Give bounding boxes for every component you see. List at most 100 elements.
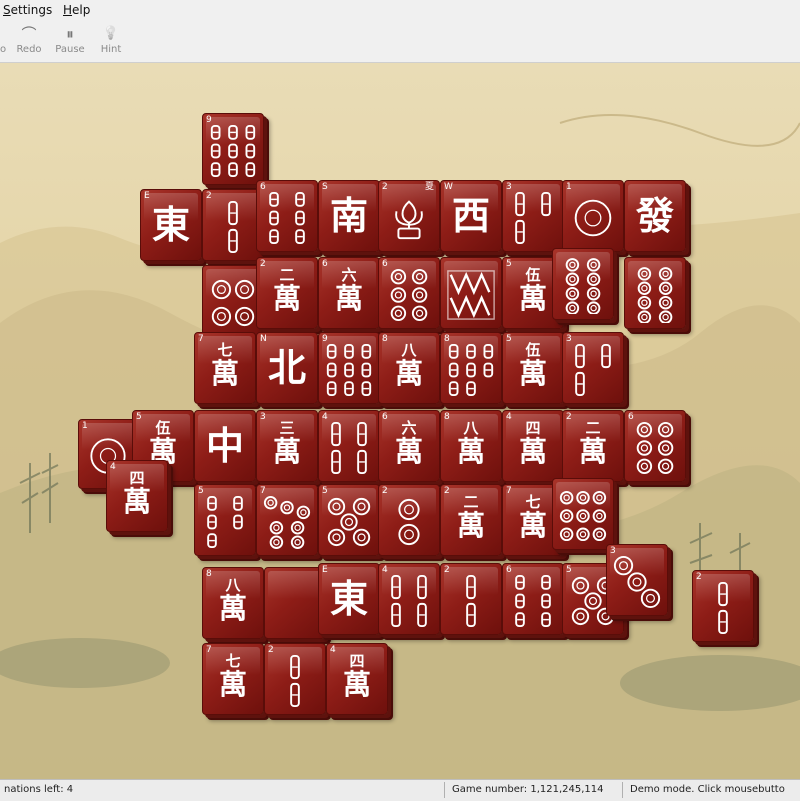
tile-corner-mark: 2 xyxy=(444,486,450,496)
tile-dot-2-a[interactable]: 2 xyxy=(378,484,440,556)
menu-help[interactable]: Help xyxy=(63,3,90,17)
tile-char-2-a[interactable]: 2二萬 xyxy=(256,257,318,329)
tile-character: 北 xyxy=(267,345,306,390)
tile-bam-8-a[interactable]: 8 xyxy=(440,332,502,404)
wan-character: 萬 xyxy=(122,485,151,518)
tile-char-2-b[interactable]: 2二萬 xyxy=(562,410,624,482)
tile-char-3-a[interactable]: 3三萬 xyxy=(256,410,318,482)
tile-glyph: 中 xyxy=(199,420,251,476)
wan-character: 萬 xyxy=(272,435,301,468)
tile-blank[interactable] xyxy=(264,567,326,639)
circle-suit-icon xyxy=(207,275,259,331)
tile-char-8-c[interactable]: 8八萬 xyxy=(202,567,264,639)
tile-south[interactable]: S南 xyxy=(318,180,380,252)
tile-dot-4-a[interactable] xyxy=(202,265,264,337)
tile-bam-5-a[interactable]: 5 xyxy=(194,484,256,556)
tile-corner-mark: 4 xyxy=(110,462,116,472)
tile-corner-mark: 2 xyxy=(206,191,212,201)
tile-corner-mark: 4 xyxy=(506,412,512,422)
tile-bam-6-b[interactable]: 6 xyxy=(502,563,564,635)
tile-corner-mark: N xyxy=(260,334,267,344)
tile-bam-3-b[interactable]: 3 xyxy=(562,332,624,404)
character-suit-glyph: 六萬 xyxy=(323,267,375,323)
tile-char-6-a[interactable]: 6六萬 xyxy=(318,257,380,329)
tile-dot-9-a[interactable] xyxy=(552,478,614,550)
tile-dot-1-a[interactable]: 1 xyxy=(562,180,624,252)
tile-corner-mark: 5 xyxy=(506,259,512,269)
tile-corner-mark: E xyxy=(322,565,328,575)
character-suit-glyph: 二萬 xyxy=(261,267,313,323)
wan-character: 萬 xyxy=(218,592,247,625)
redo-button[interactable]: ⌒ Redo xyxy=(6,24,52,58)
tile-white-dragon[interactable] xyxy=(440,257,502,329)
character-suit-glyph: 七萬 xyxy=(207,653,259,709)
tile-east-2[interactable]: E東 xyxy=(318,563,380,635)
tile-char-4-c[interactable]: 4四萬 xyxy=(326,643,388,715)
tile-char-4-b[interactable]: 4四萬 xyxy=(106,460,168,532)
tile-west[interactable]: W西 xyxy=(440,180,502,252)
bamboo-suit-icon xyxy=(261,190,313,246)
tile-bam-9-b[interactable]: 9 xyxy=(318,332,380,404)
flower-icon xyxy=(383,190,435,246)
tile-glyph: 發 xyxy=(629,190,681,246)
tile-char-2-c[interactable]: 2二萬 xyxy=(440,484,502,556)
tile-bam-2-b[interactable]: 2 xyxy=(440,563,502,635)
tile-east-1[interactable]: E東 xyxy=(140,189,202,261)
circle-suit-icon xyxy=(261,494,313,550)
bamboo-suit-icon xyxy=(383,573,435,629)
tile-char-8-a[interactable]: 8八萬 xyxy=(378,332,440,404)
tile-bam-9-top[interactable]: 9 xyxy=(202,113,264,185)
mode-text: Demo mode. Click mousebutto xyxy=(630,784,785,795)
tile-bam-2-d[interactable]: 2 xyxy=(264,643,326,715)
tile-char-7-a[interactable]: 7七萬 xyxy=(194,332,256,404)
tile-corner-mark: 8 xyxy=(444,412,450,422)
tile-dot-5-a[interactable]: 5 xyxy=(318,484,380,556)
tile-dot-7-a[interactable]: 7 xyxy=(256,484,318,556)
tile-dot-6-b[interactable]: 6 xyxy=(624,410,686,482)
tile-bam-6-a[interactable]: 6 xyxy=(256,180,318,252)
tile-summer[interactable]: 2夏 xyxy=(378,180,440,252)
tile-char-8-b[interactable]: 8八萬 xyxy=(440,410,502,482)
bamboo-suit-icon xyxy=(445,342,497,398)
tile-corner-mark: W xyxy=(444,182,453,192)
bamboo-suit-icon xyxy=(323,420,375,476)
tile-dot-6-a[interactable]: 6 xyxy=(378,257,440,329)
tile-red-dragon[interactable]: 中 xyxy=(194,410,256,482)
tile-bam-3-a[interactable]: 3 xyxy=(502,180,564,252)
tile-bam-2-a[interactable]: 2 xyxy=(202,189,264,261)
tile-character: 東 xyxy=(329,576,368,621)
tile-bam-2-c[interactable]: 2 xyxy=(692,570,754,642)
tile-north[interactable]: N北 xyxy=(256,332,318,404)
tile-bam-4-b[interactable]: 4 xyxy=(378,563,440,635)
tile-corner-mark: 7 xyxy=(506,486,512,496)
tile-corner-mark: 5 xyxy=(322,486,328,496)
tile-corner-mark: 1 xyxy=(566,182,572,192)
tile-dot-3-a[interactable]: 3 xyxy=(606,544,668,616)
tile-number-character: 三 xyxy=(279,419,295,437)
combinations-left-text: nations left: 4 xyxy=(4,784,74,795)
tile-glyph: 西 xyxy=(445,190,497,246)
tile-dot-8-b[interactable] xyxy=(624,257,686,329)
tile-corner-mark: 2 xyxy=(382,486,388,496)
hint-button[interactable]: 💡 Hint xyxy=(88,24,134,58)
tile-char-4-a[interactable]: 4四萬 xyxy=(502,410,564,482)
tile-char-6-b[interactable]: 6六萬 xyxy=(378,410,440,482)
tile-corner-mark: 9 xyxy=(322,334,328,344)
menu-settings[interactable]: Settings xyxy=(3,3,52,17)
tile-corner-mark: 2 xyxy=(444,565,450,575)
character-suit-glyph: 八萬 xyxy=(445,420,497,476)
wan-character: 萬 xyxy=(578,435,607,468)
tile-bam-4-a[interactable]: 4 xyxy=(318,410,380,482)
bamboo-suit-icon xyxy=(507,573,559,629)
tile-corner-mark: S xyxy=(322,182,328,192)
tile-char-5-b[interactable]: 5伍萬 xyxy=(502,332,564,404)
tile-char-7-c[interactable]: 7七萬 xyxy=(202,643,264,715)
circle-suit-icon xyxy=(567,190,619,246)
tile-dot-8-a[interactable] xyxy=(552,248,614,320)
tile-green-dragon[interactable]: 發 xyxy=(624,180,686,252)
tile-number-character: 伍 xyxy=(525,341,541,359)
pause-button[interactable]: ⏸ Pause xyxy=(47,24,93,58)
bamboo-suit-icon xyxy=(323,342,375,398)
wan-character: 萬 xyxy=(334,282,363,315)
bamboo-suit-icon xyxy=(207,123,259,179)
